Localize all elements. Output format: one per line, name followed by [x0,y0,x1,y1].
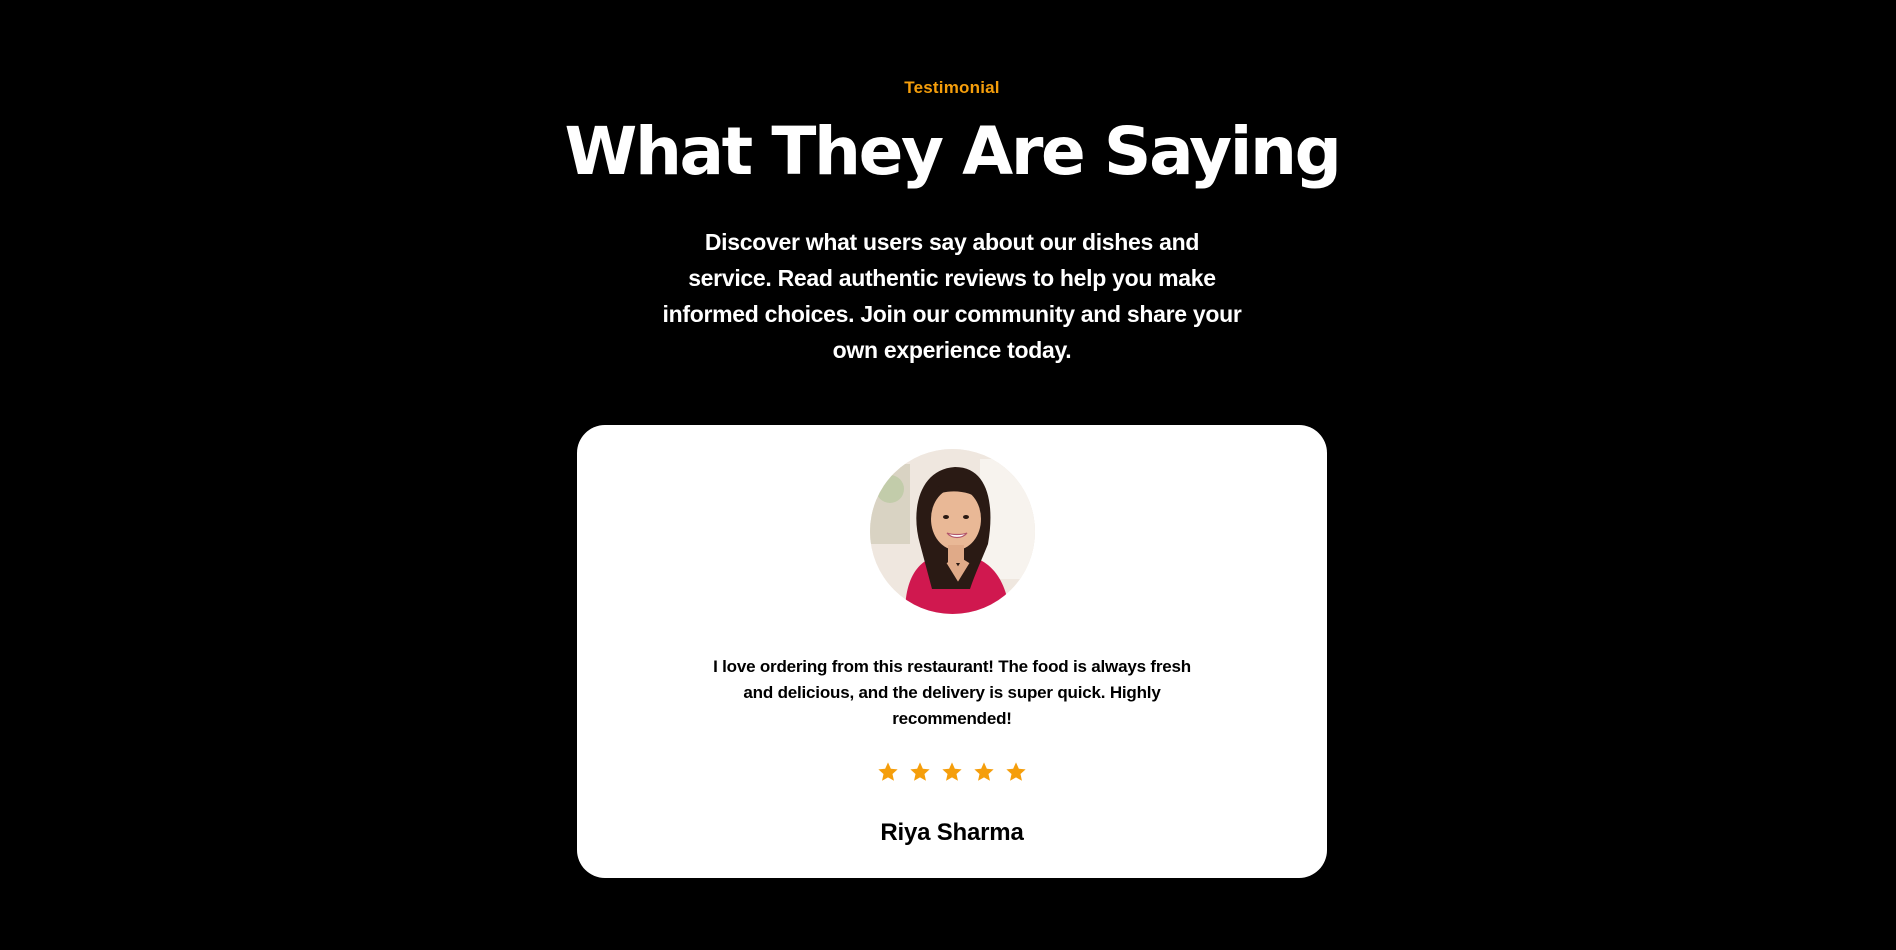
testimonial-card: I love ordering from this restaurant! Th… [577,425,1327,878]
star-icon [1006,762,1026,781]
testimonial-author: Riya Sharma [880,819,1024,846]
star-icon [878,762,898,781]
section-description: Discover what users say about our dishes… [662,229,1242,363]
testimonial-quote: I love ordering from this restaurant! Th… [713,657,1191,728]
testimonial-section: Testimonial What They Are Saying Discove… [0,0,1896,950]
star-icon [942,762,962,781]
star-icon [910,762,930,781]
star-icon [974,762,994,781]
section-title: What They Are Saying [564,113,1342,190]
rating-stars [577,761,1327,783]
customer-avatar [870,449,1035,614]
customer-photo-icon [870,449,1035,614]
section-eyebrow: Testimonial [904,78,1000,97]
